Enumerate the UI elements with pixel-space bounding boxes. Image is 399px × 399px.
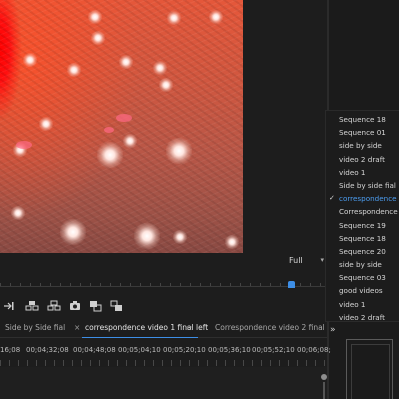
scrollbar-track[interactable] xyxy=(323,382,325,399)
sparkle xyxy=(225,235,239,249)
sparkle xyxy=(91,31,105,45)
pink-spot xyxy=(116,114,132,122)
menu-item-sequence[interactable]: Side by side fial xyxy=(326,179,399,192)
fit-dropdown[interactable]: Full ▾ xyxy=(286,254,326,267)
menu-item-sequence[interactable]: Correspondence video 2 final xyxy=(326,205,399,218)
menu-item-label: video 2 draft xyxy=(339,154,385,164)
menu-item-sequence-selected[interactable]: ✓ correspondence video 1 final left xyxy=(326,192,399,205)
extract-icon[interactable] xyxy=(46,298,62,314)
program-monitor-video xyxy=(0,0,243,253)
monitor-background xyxy=(243,0,325,253)
close-icon[interactable]: × xyxy=(74,323,80,332)
chevron-down-icon: ▾ xyxy=(320,256,324,264)
export-frame-icon[interactable] xyxy=(67,298,83,314)
menu-item-label: Sequence 19 xyxy=(339,220,386,230)
timecode: 00;06;08; xyxy=(297,346,331,354)
menu-item-label: video 1 xyxy=(339,299,366,309)
menu-item-label: good videos xyxy=(339,286,383,296)
menu-item-sequence[interactable]: Sequence 18 xyxy=(326,113,399,126)
settings-icon[interactable] xyxy=(108,298,124,314)
pink-spot xyxy=(104,127,114,133)
menu-item-label: side by side xyxy=(339,260,382,270)
menu-item-label: video 1 xyxy=(339,167,366,177)
sparkle xyxy=(60,219,86,245)
sparkle xyxy=(39,117,53,131)
panel-overflow-icon[interactable]: » xyxy=(330,325,336,335)
sparkle xyxy=(166,138,192,164)
sparkle xyxy=(67,63,81,77)
timeline-ruler[interactable] xyxy=(0,360,327,366)
playhead[interactable] xyxy=(288,281,295,288)
sparkle xyxy=(159,78,173,92)
active-tab-indicator xyxy=(82,337,198,338)
timecode: 00;04;48;08 xyxy=(73,346,116,354)
menu-item-label: Sequence 01 xyxy=(339,128,386,138)
menu-item-label: correspondence video 1 final left xyxy=(339,194,399,204)
sparkle xyxy=(119,55,133,69)
menu-item-sequence[interactable]: side by side xyxy=(326,258,399,271)
timecode: 00;05;20;10 xyxy=(163,346,206,354)
timecode: 00;05;04;10 xyxy=(118,346,161,354)
compare-icon[interactable] xyxy=(87,298,103,314)
audio-meter-inner xyxy=(351,344,390,399)
menu-item-label: video 2 draft xyxy=(339,312,385,322)
scrollbar-handle[interactable] xyxy=(321,374,327,380)
trim-in-icon[interactable] xyxy=(1,298,17,314)
menu-item-sequence[interactable]: video 2 draft xyxy=(326,311,399,324)
sparkle xyxy=(134,223,160,249)
scrub-bar[interactable] xyxy=(0,286,327,287)
audio-meter xyxy=(346,339,393,399)
sparkle xyxy=(167,11,181,25)
lift-icon[interactable] xyxy=(24,298,40,314)
sparkle xyxy=(88,10,102,24)
timeline-tracks[interactable] xyxy=(0,367,327,399)
sparkle xyxy=(23,53,37,67)
menu-item-sequence[interactable]: side by side xyxy=(326,139,399,152)
timecode: 00;05;52;10 xyxy=(252,346,295,354)
menu-item-label: Side by side fial xyxy=(339,180,396,190)
menu-item-sequence[interactable]: Sequence 20 xyxy=(326,245,399,258)
tab-menu-icon[interactable]: ≡ xyxy=(186,323,192,332)
menu-item-sequence[interactable]: video 1 xyxy=(326,298,399,311)
checkmark-icon: ✓ xyxy=(329,194,335,203)
sparkle xyxy=(123,134,137,148)
menu-item-sequence[interactable]: Sequence 01 xyxy=(326,126,399,139)
pink-spot xyxy=(16,141,32,149)
sequence-menu: Sequence 18 Sequence 01 side by side vid… xyxy=(325,110,399,322)
sparkle xyxy=(153,61,167,75)
timeline-scrollbar[interactable] xyxy=(321,374,327,399)
transport-controls xyxy=(0,298,200,316)
sparkle xyxy=(173,230,187,244)
tab-correspondence-video-2[interactable]: Correspondence video 2 final xyxy=(215,323,325,332)
menu-item-sequence[interactable]: Sequence 03 xyxy=(326,271,399,284)
sparkle xyxy=(97,142,123,168)
menu-item-sequence[interactable]: Sequence 18 xyxy=(326,232,399,245)
menu-item-sequence[interactable]: video 1 xyxy=(326,166,399,179)
menu-item-label: Correspondence video 2 final xyxy=(339,207,399,217)
menu-item-label: Sequence 20 xyxy=(339,246,386,256)
menu-item-label: Sequence 18 xyxy=(339,233,386,243)
fit-value: Full xyxy=(289,256,303,265)
menu-item-sequence[interactable]: Sequence 19 xyxy=(326,219,399,232)
tab-side-by-side-fial[interactable]: Side by Side fial xyxy=(5,323,65,332)
video-texture xyxy=(0,0,243,253)
menu-item-label: side by side xyxy=(339,141,382,151)
timeline-timecodes[interactable]: 16;08 00;04;32;08 00;04;48;08 00;05;04;1… xyxy=(0,346,331,360)
timecode: 00;05;36;10 xyxy=(208,346,251,354)
sequence-tabs: Side by Side fial × correspondence video… xyxy=(0,320,327,338)
sparkle xyxy=(209,10,223,24)
menu-item-sequence[interactable]: video 2 draft xyxy=(326,153,399,166)
menu-item-sequence[interactable]: good videos xyxy=(326,284,399,297)
sparkle xyxy=(11,206,25,220)
timecode: 16;08 xyxy=(0,346,21,354)
menu-item-label: Sequence 03 xyxy=(339,273,386,283)
menu-item-label: Sequence 18 xyxy=(339,115,386,124)
timecode: 00;04;32;08 xyxy=(26,346,69,354)
